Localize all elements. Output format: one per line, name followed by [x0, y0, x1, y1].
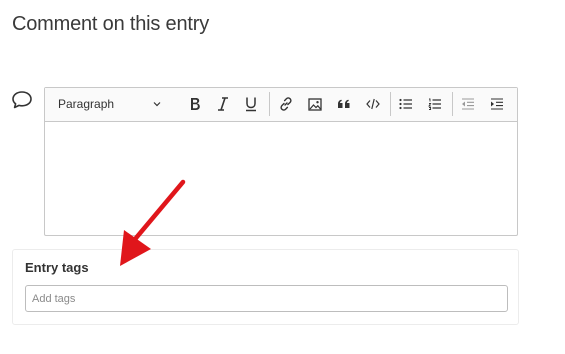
editor-toolbar: Paragraph — [45, 88, 517, 122]
block-format-value: Paragraph — [58, 97, 115, 111]
toolbar-separator — [269, 92, 270, 116]
red-arrow-annotation-icon — [110, 178, 190, 270]
italic-button[interactable] — [213, 93, 233, 115]
block-format-dropdown[interactable]: Paragraph — [52, 93, 167, 115]
page-title: Comment on this entry — [12, 13, 209, 35]
code-icon — [366, 98, 380, 110]
toolbar-separator — [452, 92, 453, 116]
outdent-button[interactable] — [458, 93, 478, 115]
bulleted-list-button[interactable] — [396, 93, 416, 115]
link-icon — [279, 97, 293, 111]
outdent-icon — [461, 98, 475, 110]
tags-input[interactable] — [25, 285, 508, 312]
chevron-down-icon — [153, 101, 161, 107]
blockquote-button[interactable] — [334, 93, 354, 115]
italic-icon — [217, 96, 229, 112]
blockquote-icon — [337, 99, 351, 109]
entry-tags-label: Entry tags — [25, 260, 89, 275]
underline-button[interactable] — [241, 93, 261, 115]
underline-icon — [245, 96, 257, 112]
indent-button[interactable] — [487, 93, 507, 115]
image-button[interactable] — [305, 93, 325, 115]
entry-tags-panel: Entry tags — [12, 249, 519, 325]
link-button[interactable] — [276, 93, 296, 115]
comment-bubble-icon — [11, 90, 33, 110]
numbered-list-button[interactable] — [425, 93, 445, 115]
image-icon — [308, 97, 322, 111]
toolbar-separator — [390, 92, 391, 116]
numbered-list-icon — [428, 98, 442, 110]
bulleted-list-icon — [399, 98, 413, 110]
bold-icon — [188, 96, 202, 112]
code-button[interactable] — [363, 93, 383, 115]
indent-icon — [490, 98, 504, 110]
bold-button[interactable] — [185, 93, 205, 115]
